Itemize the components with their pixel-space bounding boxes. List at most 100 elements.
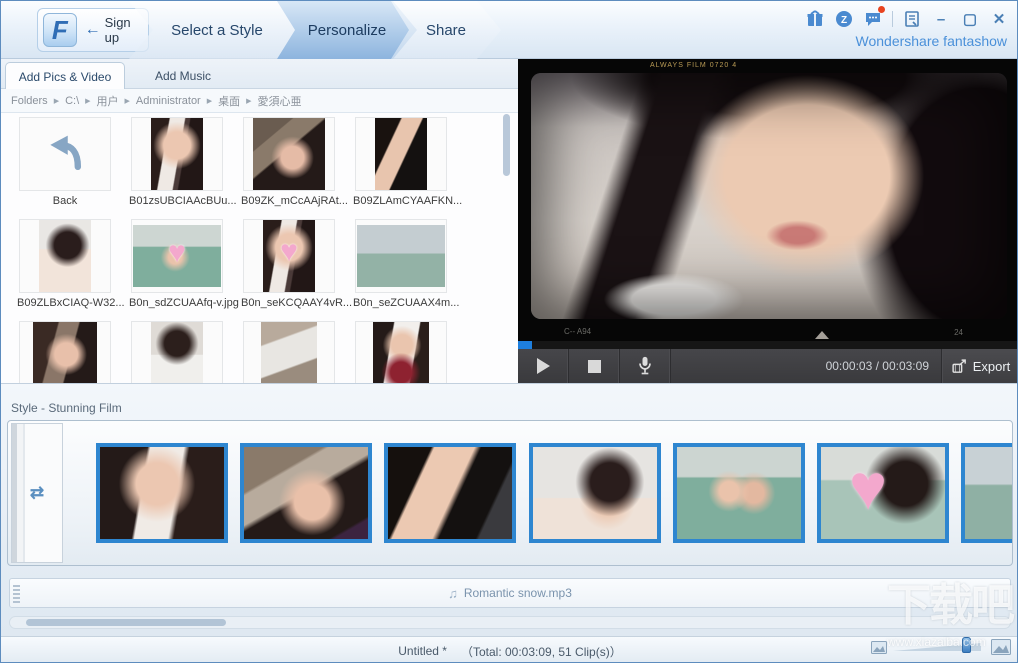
file-item[interactable] (241, 321, 337, 383)
maximize-button[interactable]: ▢ (960, 9, 980, 29)
export-label: Export (973, 359, 1011, 374)
breadcrumb-users[interactable]: 用户 (97, 93, 119, 109)
clip-thumbnail (388, 447, 512, 539)
file-list-scrollbar[interactable] (503, 114, 510, 176)
file-thumbnail (131, 321, 223, 383)
media-panel: Add Pics & Video Add Music Folders▶ C:\▶… (1, 59, 518, 383)
minimize-button[interactable]: – (931, 9, 951, 29)
breadcrumb-arrow-icon: ▶ (85, 97, 90, 105)
storyboard-clip[interactable] (240, 443, 372, 543)
play-icon (537, 358, 550, 374)
step-tab-personalize[interactable]: Personalize (277, 1, 417, 59)
file-thumbnail (355, 117, 447, 191)
storyboard-clip[interactable] (817, 443, 949, 543)
thumbnail-size-slider[interactable] (893, 641, 985, 653)
close-button[interactable]: ✕ (989, 9, 1009, 29)
storyboard-clip[interactable] (96, 443, 228, 543)
video-overlay-marker (815, 331, 829, 339)
clip-thumbnail (677, 447, 801, 539)
music-grip-handle[interactable] (13, 583, 20, 603)
file-item[interactable]: B0n_sdZCUAAfq-v.jpg (129, 219, 225, 309)
clip-thumbnail (821, 447, 945, 539)
file-thumbnail (19, 219, 111, 293)
app-window: F ← Sign up Select a Style Personalize S… (0, 0, 1018, 663)
file-label: B0n_sdZCUAAfq-v.jpg (129, 297, 225, 309)
storyboard-clip[interactable] (384, 443, 516, 543)
file-label: B09ZK_mCcAAjRAt... (241, 195, 337, 207)
logo-signup-group: F ← Sign up (37, 8, 149, 52)
clip-thumbnail (244, 447, 368, 539)
play-button[interactable] (518, 349, 569, 383)
file-item[interactable]: B09ZLAmCYAAFKN... (353, 117, 449, 207)
file-label: B0n_seZCUAAX4m... (353, 297, 449, 309)
breadcrumb: Folders▶ C:\▶ 用户▶ Administrator▶ 桌面▶ 愛須心… (1, 89, 518, 113)
breadcrumb-folders[interactable]: Folders (11, 95, 48, 107)
music-track-name: Romantic snow.mp3 (464, 586, 572, 600)
file-item[interactable] (353, 321, 449, 383)
project-summary: （Total: 00:03:09, 51 Clip(s)） (461, 643, 622, 660)
signup-button[interactable]: ← Sign up (85, 15, 148, 45)
thumbnail-zoom-controls (871, 639, 1011, 655)
file-item[interactable]: B09ZLBxCIAQ-W32... (17, 219, 113, 309)
record-voice-button[interactable] (620, 349, 671, 383)
file-thumbnail (131, 219, 223, 293)
top-bar: F ← Sign up Select a Style Personalize S… (1, 1, 1018, 59)
breadcrumb-administrator[interactable]: Administrator (136, 95, 201, 107)
clip-thumbnail (965, 447, 1013, 539)
preview-panel: ALWAYS FILM 0720 4 C-- A94 24 00:00:03 /… (518, 59, 1018, 383)
file-item[interactable] (17, 321, 113, 383)
breadcrumb-drive[interactable]: C:\ (65, 95, 79, 107)
file-item[interactable]: B0n_seZCUAAX4m... (353, 219, 449, 309)
file-thumbnail (19, 321, 111, 383)
video-overlay-number: 24 (954, 328, 963, 337)
file-label: B01zsUBCIAAcBUu... (129, 195, 225, 207)
file-item[interactable]: B01zsUBCIAAcBUu... (129, 117, 225, 207)
menu-icon[interactable] (902, 9, 922, 29)
file-thumbnail (243, 219, 335, 293)
stop-button[interactable] (569, 349, 620, 383)
small-image-icon (871, 641, 887, 654)
video-preview (531, 73, 1007, 319)
clip-thumbnail (533, 447, 657, 539)
storyboard-scrollbar (9, 616, 1011, 629)
file-thumbnail (355, 321, 447, 383)
file-label: B09ZLBxCIAQ-W32... (17, 297, 113, 309)
project-name: Untitled * (398, 644, 447, 658)
back-thumb (19, 117, 111, 191)
breadcrumb-desktop[interactable]: 桌面 (218, 93, 240, 109)
storyboard-clip[interactable] (961, 443, 1013, 543)
feedback-icon[interactable] (863, 9, 883, 29)
file-item[interactable]: B09ZK_mCcAAjRAt... (241, 117, 337, 207)
video-overlay-code: C-- A94 (564, 327, 591, 336)
file-item[interactable] (129, 321, 225, 383)
app-logo: F (43, 13, 77, 47)
messenger-icon[interactable]: Z (834, 9, 854, 29)
titlebar-separator (892, 11, 893, 27)
step-tab-select-style[interactable]: Select a Style (129, 1, 305, 59)
signup-label: Sign up (105, 15, 148, 45)
seek-bar[interactable] (518, 341, 1018, 349)
media-panel-tabs: Add Pics & Video Add Music (1, 59, 518, 89)
clip-strip: ⇄ (7, 420, 1013, 566)
storyboard-scrollbar-thumb[interactable] (26, 619, 226, 626)
file-thumbnail (355, 219, 447, 293)
music-track-bar[interactable]: ♫ Romantic snow.mp3 (9, 578, 1011, 608)
file-thumbnail (131, 117, 223, 191)
storyboard-clip[interactable] (673, 443, 805, 543)
file-item-back[interactable]: Back (17, 117, 113, 207)
breadcrumb-current-folder[interactable]: 愛須心亜 (258, 93, 302, 109)
gift-icon[interactable] (805, 9, 825, 29)
export-button[interactable]: Export (941, 349, 1018, 383)
video-overlay-title: ALWAYS FILM 0720 4 (650, 62, 737, 69)
clip-thumbnail (100, 447, 224, 539)
storyboard-clip[interactable] (529, 443, 661, 543)
slider-handle[interactable] (962, 637, 971, 653)
status-bar: Untitled * （Total: 00:03:09, 51 Clip(s)） (1, 636, 1018, 663)
music-note-icon: ♫ (448, 586, 458, 601)
tab-add-music[interactable]: Add Music (125, 62, 241, 90)
time-display: 00:00:03 / 00:03:09 (671, 349, 941, 383)
clip-swap-handle[interactable]: ⇄ (11, 423, 63, 563)
tab-add-pics-video[interactable]: Add Pics & Video (5, 62, 125, 90)
seek-bar-played (518, 341, 532, 349)
file-item[interactable]: B0n_seKCQAAY4vR... (241, 219, 337, 309)
